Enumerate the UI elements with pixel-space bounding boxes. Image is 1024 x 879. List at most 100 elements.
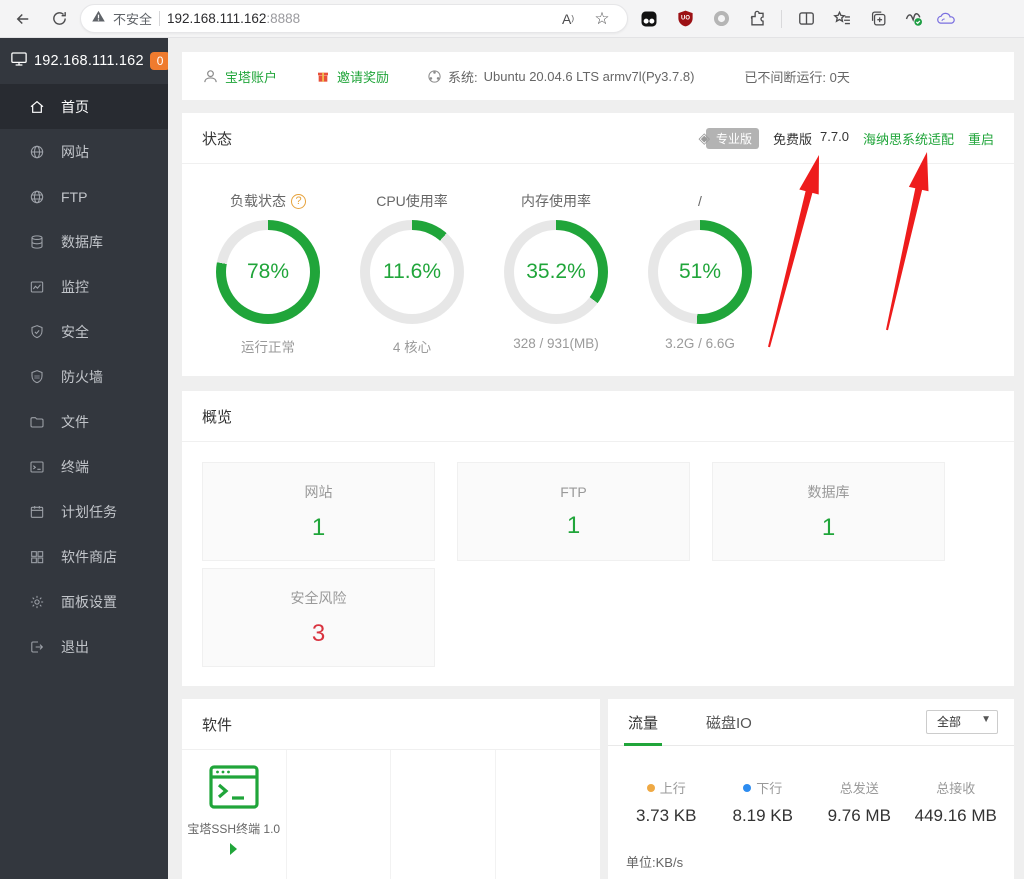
terminal-icon bbox=[28, 458, 45, 475]
disk-gauge-ring: 51% bbox=[648, 220, 752, 324]
sidebar-item-settings[interactable]: 面板设置 bbox=[0, 579, 168, 624]
sidebar-item-files[interactable]: 文件 bbox=[0, 399, 168, 444]
favorites-bar-icon[interactable] bbox=[827, 4, 857, 34]
cpu-gauge-ring: 11.6% bbox=[360, 220, 464, 324]
card-website[interactable]: 网站 1 bbox=[202, 462, 435, 561]
sidebar-item-home[interactable]: 首页 bbox=[0, 84, 168, 129]
sidebar-item-label: 软件商店 bbox=[61, 547, 117, 567]
home-icon bbox=[28, 98, 45, 115]
sidebar-item-firewall[interactable]: 防火墙 bbox=[0, 354, 168, 399]
sidebar-item-label: 计划任务 bbox=[61, 502, 117, 522]
waf-shield-icon bbox=[28, 368, 45, 385]
split-screen-icon[interactable] bbox=[791, 4, 821, 34]
bt-account-link[interactable]: 宝塔账户 bbox=[202, 67, 277, 86]
overview-panel: 概览 网站 1 FTP 1 数据库 1 安全风险 3 bbox=[182, 391, 1014, 686]
browser-toolbar: 不安全 192.168.111.162:8888 A) ☆ UO bbox=[0, 0, 1024, 38]
sidebar-item-ftp[interactable]: FTP bbox=[0, 174, 168, 219]
upstream-dot bbox=[647, 784, 655, 792]
sidebar-item-label: 监控 bbox=[61, 277, 89, 297]
status-panel: 状态 ◈ 专业版 免费版 7.7.0 海纳思系统适配 重启 负载状态? bbox=[182, 113, 1014, 376]
play-icon[interactable] bbox=[230, 843, 237, 855]
database-icon bbox=[28, 233, 45, 250]
sidebar-item-monitor[interactable]: 监控 bbox=[0, 264, 168, 309]
overview-title: 概览 bbox=[202, 406, 232, 427]
version-info: 免费版 7.7.0 bbox=[773, 129, 849, 148]
sidebar-item-website[interactable]: 网站 bbox=[0, 129, 168, 174]
reload-icon[interactable] bbox=[44, 4, 74, 34]
gift-icon bbox=[315, 68, 331, 84]
logout-icon bbox=[28, 638, 45, 655]
main-content: 宝塔账户 邀请奖励 系统: Ubuntu 20.04.6 LTS armv7l(… bbox=[168, 38, 1024, 879]
folder-icon bbox=[28, 413, 45, 430]
hinas-adapt-link[interactable]: 海纳思系统适配 bbox=[863, 129, 954, 148]
sidebar-item-label: 面板设置 bbox=[61, 592, 117, 612]
invite-reward-link[interactable]: 邀请奖励 bbox=[315, 67, 389, 86]
gray-ring-extension-icon[interactable] bbox=[706, 4, 736, 34]
sidebar-item-label: 安全 bbox=[61, 322, 89, 342]
sidebar-item-label: 退出 bbox=[61, 637, 89, 657]
downstream-dot bbox=[743, 784, 751, 792]
sidebar-item-terminal[interactable]: 终端 bbox=[0, 444, 168, 489]
security-label[interactable]: 不安全 bbox=[113, 9, 152, 28]
sidebar-item-cron[interactable]: 计划任务 bbox=[0, 489, 168, 534]
sidebar-item-appstore[interactable]: 软件商店 bbox=[0, 534, 168, 579]
sidebar-item-label: FTP bbox=[61, 189, 87, 205]
address-divider bbox=[159, 11, 160, 26]
gear-icon bbox=[28, 593, 45, 610]
uptime-label: 已不间断运行: 0天 bbox=[744, 67, 849, 86]
sidebar-item-label: 首页 bbox=[61, 97, 89, 117]
shield-check-icon bbox=[28, 323, 45, 340]
url-text[interactable]: 192.168.111.162:8888 bbox=[167, 11, 546, 26]
interface-filter-select[interactable]: 全部 bbox=[926, 710, 998, 734]
extension-blackbox-icon[interactable] bbox=[634, 4, 664, 34]
sidebar-item-label: 数据库 bbox=[61, 232, 103, 252]
tab-disk-io[interactable]: 磁盘IO bbox=[702, 699, 756, 746]
version-number: 7.7.0 bbox=[820, 129, 849, 148]
tab-traffic[interactable]: 流量 bbox=[624, 699, 662, 746]
monitor-chart-icon bbox=[28, 278, 45, 295]
memory-gauge-ring: 35.2% bbox=[504, 220, 608, 324]
back-icon[interactable] bbox=[8, 4, 38, 34]
software-empty-cell bbox=[391, 750, 496, 879]
traffic-panel: 流量 磁盘IO 全部 ▼ 上行 3.73 KB 下行 8.19 KB bbox=[608, 699, 1014, 879]
stat-downstream: 下行 8.19 KB bbox=[715, 778, 812, 826]
ftp-globe-icon bbox=[28, 188, 45, 205]
extensions-puzzle-icon[interactable] bbox=[742, 4, 772, 34]
unit-label: 单位:KB/s bbox=[608, 826, 1014, 871]
software-title: 软件 bbox=[202, 714, 232, 735]
system-value: Ubuntu 20.04.6 LTS armv7l(Py3.7.8) bbox=[484, 69, 695, 84]
favorite-star-icon[interactable]: ☆ bbox=[587, 4, 617, 34]
restart-link[interactable]: 重启 bbox=[968, 129, 994, 148]
ublock-origin-icon[interactable]: UO bbox=[670, 4, 700, 34]
warning-icon bbox=[91, 9, 106, 29]
sidebar-item-database[interactable]: 数据库 bbox=[0, 219, 168, 264]
help-icon[interactable]: ? bbox=[291, 194, 306, 209]
card-database[interactable]: 数据库 1 bbox=[712, 462, 945, 561]
sidebar-item-label: 防火墙 bbox=[61, 367, 103, 387]
sidebar: 192.168.111.162 0 首页 网站 FTP 数据库 监控 安全 bbox=[0, 38, 168, 879]
sidebar-item-logout[interactable]: 退出 bbox=[0, 624, 168, 669]
cloud-icon[interactable] bbox=[935, 4, 957, 34]
pro-version-badge[interactable]: ◈ 专业版 bbox=[698, 128, 759, 149]
sidebar-item-label: 网站 bbox=[61, 142, 89, 162]
stat-upstream: 上行 3.73 KB bbox=[618, 778, 715, 826]
software-item-ssh-terminal[interactable]: 宝塔SSH终端 1.0 bbox=[182, 750, 287, 879]
software-panel: 软件 宝塔SSH终端 1.0 bbox=[182, 699, 600, 879]
collections-add-icon[interactable] bbox=[863, 4, 893, 34]
sidebar-item-label: 终端 bbox=[61, 457, 89, 477]
software-empty-cell bbox=[496, 750, 601, 879]
address-bar[interactable]: 不安全 192.168.111.162:8888 A) ☆ bbox=[80, 4, 628, 33]
read-aloud-icon[interactable]: A) bbox=[553, 4, 583, 34]
stat-total-sent: 总发送 9.76 MB bbox=[811, 778, 908, 826]
browser-essentials-icon[interactable] bbox=[899, 4, 929, 34]
card-security-risk[interactable]: 安全风险 3 bbox=[202, 568, 435, 667]
globe-icon bbox=[28, 143, 45, 160]
sidebar-server-header[interactable]: 192.168.111.162 0 bbox=[0, 38, 168, 84]
card-ftp[interactable]: FTP 1 bbox=[457, 462, 690, 561]
diamond-icon: ◈ bbox=[698, 129, 710, 147]
system-info: 系统: Ubuntu 20.04.6 LTS armv7l(Py3.7.8) bbox=[427, 67, 694, 86]
calendar-icon bbox=[28, 503, 45, 520]
load-gauge-ring: 78% bbox=[216, 220, 320, 324]
sidebar-item-security[interactable]: 安全 bbox=[0, 309, 168, 354]
ssh-terminal-icon bbox=[208, 764, 260, 810]
